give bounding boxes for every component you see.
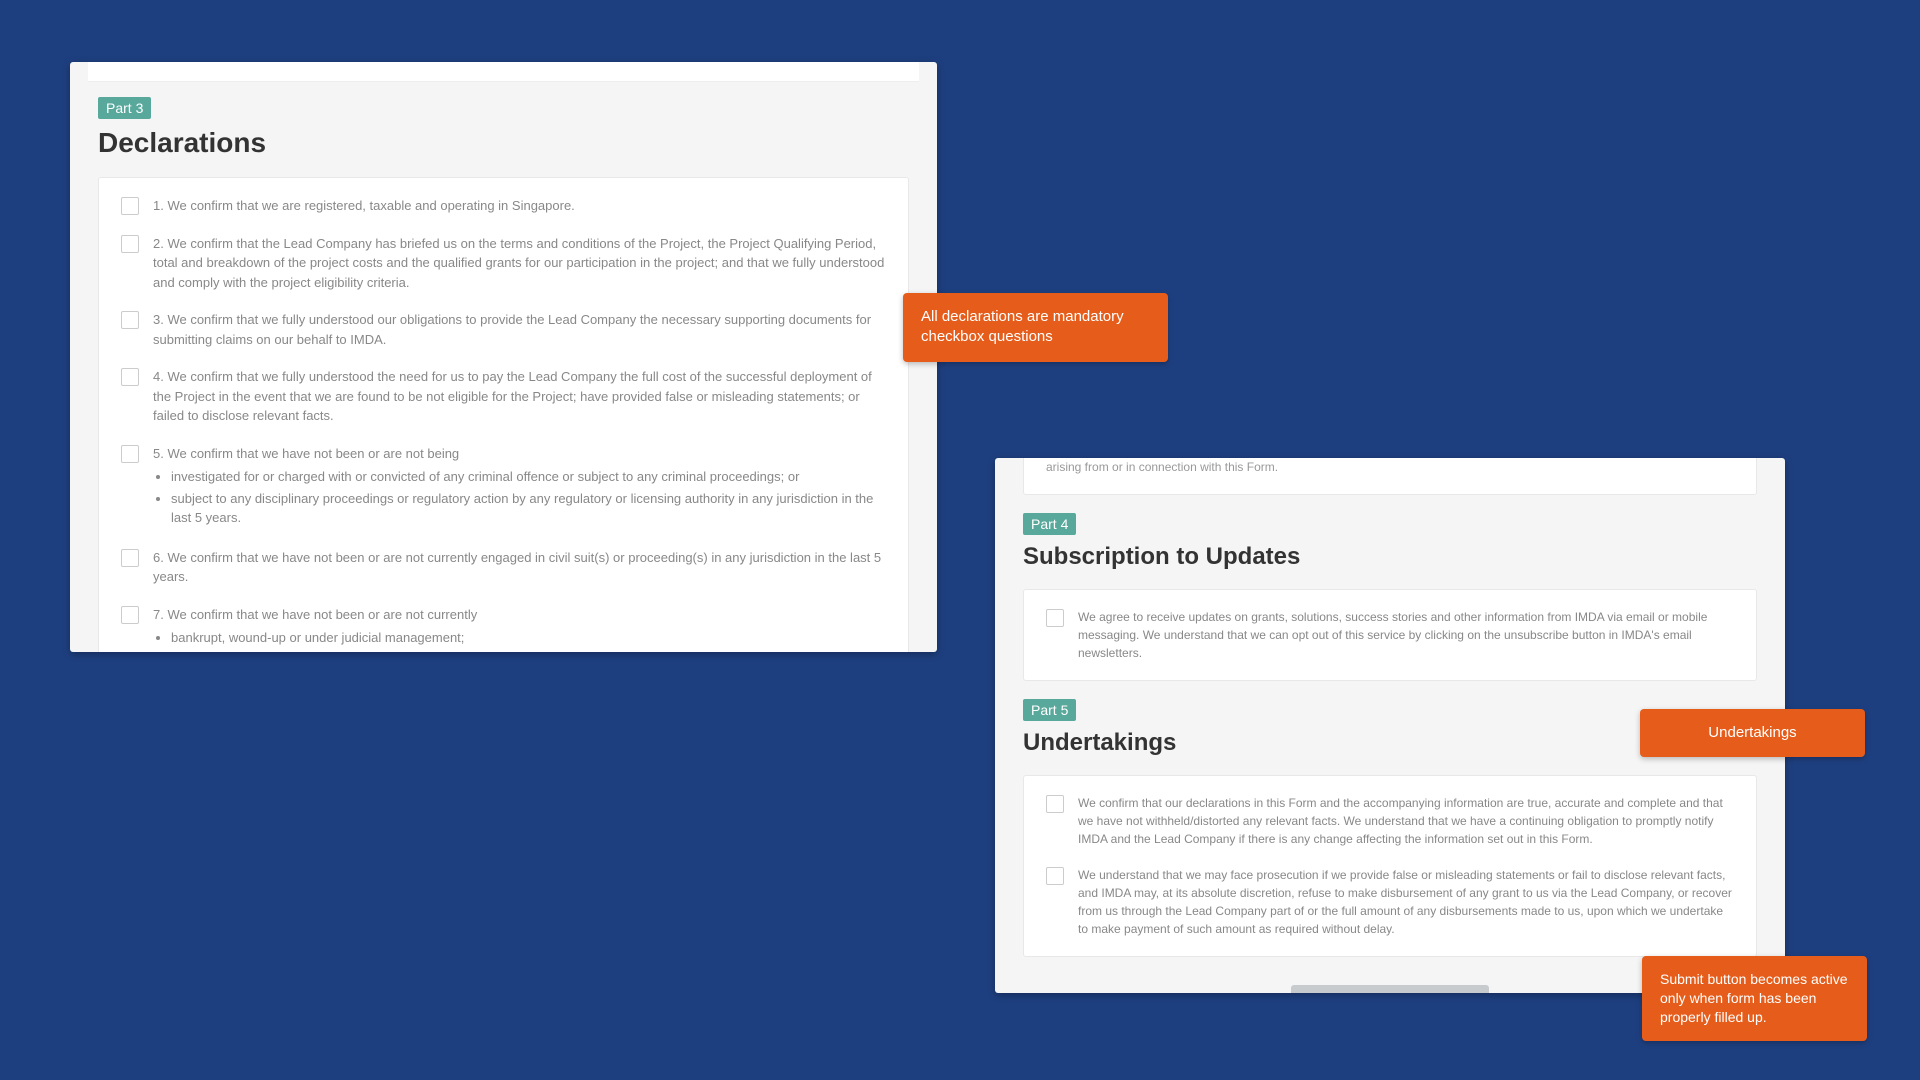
panel-top-strip bbox=[88, 62, 919, 82]
part-3-tag: Part 3 bbox=[98, 97, 151, 119]
declaration-5-bullet-a: investigated for or charged with or conv… bbox=[171, 467, 886, 487]
declarations-panel: Part 3 Declarations 1. We confirm that w… bbox=[70, 62, 937, 652]
subscription-item: We agree to receive updates on grants, s… bbox=[1046, 608, 1734, 662]
declaration-checkbox-4[interactable] bbox=[121, 368, 139, 386]
declaration-item-1: 1. We confirm that we are registered, ta… bbox=[121, 196, 886, 216]
declaration-text-6: 6. We confirm that we have not been or a… bbox=[153, 548, 886, 587]
undertaking-checkbox-1[interactable] bbox=[1046, 795, 1064, 813]
subscription-text: We agree to receive updates on grants, s… bbox=[1078, 608, 1734, 662]
declaration-5-bullet-b: subject to any disciplinary proceedings … bbox=[171, 489, 886, 528]
declaration-text-1: 1. We confirm that we are registered, ta… bbox=[153, 196, 886, 216]
declaration-item-7: 7. We confirm that we have not been or a… bbox=[121, 605, 886, 650]
undertaking-text-2: We understand that we may face prosecuti… bbox=[1078, 866, 1734, 938]
declaration-item-4: 4. We confirm that we fully understood t… bbox=[121, 367, 886, 426]
undertaking-checkbox-2[interactable] bbox=[1046, 867, 1064, 885]
undertaking-item-1: We confirm that our declarations in this… bbox=[1046, 794, 1734, 848]
callout-undertakings: Undertakings bbox=[1640, 709, 1865, 757]
part-4-section: Part 4 Subscription to Updates We agree … bbox=[995, 513, 1785, 681]
undertaking-text-1: We confirm that our declarations in this… bbox=[1078, 794, 1734, 848]
subscription-card: We agree to receive updates on grants, s… bbox=[1023, 589, 1757, 681]
declarations-section: Part 3 Declarations 1. We confirm that w… bbox=[70, 97, 937, 652]
declaration-item-6: 6. We confirm that we have not been or a… bbox=[121, 548, 886, 587]
part-4-tag: Part 4 bbox=[1023, 513, 1076, 535]
declaration-5-lead: 5. We confirm that we have not been or a… bbox=[153, 446, 459, 461]
part-5-tag: Part 5 bbox=[1023, 699, 1076, 721]
declaration-7-bullet-a: bankrupt, wound-up or under judicial man… bbox=[171, 628, 886, 648]
declaration-text-3: 3. We confirm that we fully understood o… bbox=[153, 310, 886, 349]
declaration-checkbox-3[interactable] bbox=[121, 311, 139, 329]
declarations-title: Declarations bbox=[98, 127, 909, 159]
partial-top-text: arising from or in connection with this … bbox=[1046, 458, 1734, 476]
declaration-item-3: 3. We confirm that we fully understood o… bbox=[121, 310, 886, 349]
declaration-checkbox-2[interactable] bbox=[121, 235, 139, 253]
partial-top-card: arising from or in connection with this … bbox=[1023, 458, 1757, 495]
callout-mandatory-checkboxes: All declarations are mandatory checkbox … bbox=[903, 293, 1168, 362]
declaration-checkbox-5[interactable] bbox=[121, 445, 139, 463]
undertaking-item-2: We understand that we may face prosecuti… bbox=[1046, 866, 1734, 938]
callout-submit-hint: Submit button becomes active only when f… bbox=[1642, 956, 1867, 1041]
submit-declaration-button[interactable]: Submit Declaration Form bbox=[1291, 985, 1490, 993]
undertakings-card: We confirm that our declarations in this… bbox=[1023, 775, 1757, 957]
declaration-text-5: 5. We confirm that we have not been or a… bbox=[153, 444, 886, 530]
subscription-title: Subscription to Updates bbox=[1023, 543, 1757, 571]
subscription-checkbox[interactable] bbox=[1046, 609, 1064, 627]
declaration-checkbox-1[interactable] bbox=[121, 197, 139, 215]
declaration-text-4: 4. We confirm that we fully understood t… bbox=[153, 367, 886, 426]
declaration-text-7: 7. We confirm that we have not been or a… bbox=[153, 605, 886, 650]
declarations-card: 1. We confirm that we are registered, ta… bbox=[98, 177, 909, 652]
declaration-item-5: 5. We confirm that we have not been or a… bbox=[121, 444, 886, 530]
declaration-text-2: 2. We confirm that the Lead Company has … bbox=[153, 234, 886, 293]
declaration-checkbox-6[interactable] bbox=[121, 549, 139, 567]
declaration-7-lead: 7. We confirm that we have not been or a… bbox=[153, 607, 477, 622]
declaration-item-2: 2. We confirm that the Lead Company has … bbox=[121, 234, 886, 293]
declaration-checkbox-7[interactable] bbox=[121, 606, 139, 624]
